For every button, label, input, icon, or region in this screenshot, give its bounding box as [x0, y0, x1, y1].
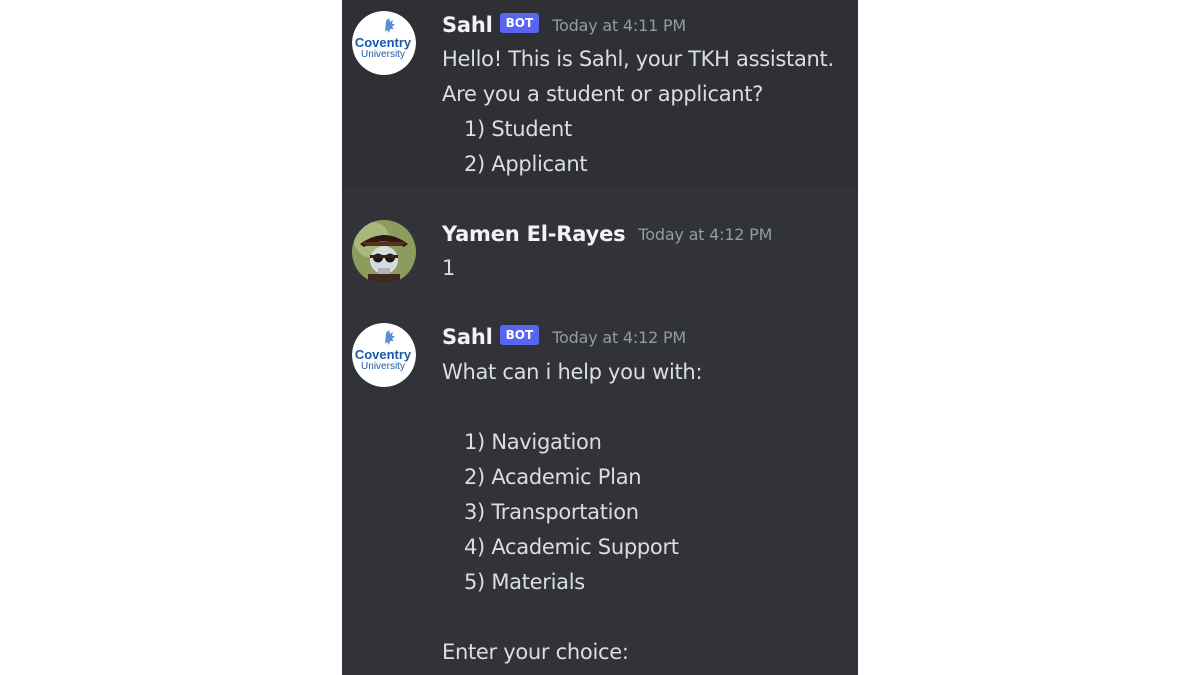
coventry-logo-icon: Coventry University	[352, 11, 416, 75]
bot-tag: BOT	[499, 13, 540, 33]
timestamp[interactable]: Today at 4:12 PM	[638, 225, 772, 244]
message-2: Yamen El-Rayes Today at 4:12 PM 1	[342, 186, 858, 304]
coventry-logo-icon: Coventry University	[352, 323, 416, 387]
message-line: 1) Student	[464, 117, 572, 141]
avatar-logo-line2: University	[361, 49, 405, 60]
message-header: Yamen El-Rayes Today at 4:12 PM	[442, 220, 772, 248]
message-header: Sahl BOT Today at 4:12 PM	[442, 323, 686, 351]
bot-tag: BOT	[499, 325, 540, 345]
timestamp[interactable]: Today at 4:12 PM	[552, 328, 686, 347]
avatar-logo-line1: Coventry	[355, 347, 412, 362]
message-line: 4) Academic Support	[464, 535, 679, 559]
chat-panel: Coventry University Sahl BOT Today at 4:…	[342, 0, 858, 675]
avatar[interactable]: Coventry University	[352, 11, 416, 75]
message-line: 2) Academic Plan	[464, 465, 642, 489]
username[interactable]: Sahl	[442, 325, 493, 349]
avatar-logo-line2: University	[361, 361, 405, 372]
message-line: Hello! This is Sahl, your TKH assistant.	[442, 47, 834, 71]
avatar-logo-line1: Coventry	[355, 35, 412, 50]
message-header: Sahl BOT Today at 4:11 PM	[442, 11, 686, 39]
message-1: Coventry University Sahl BOT Today at 4:…	[342, 0, 858, 186]
username[interactable]: Sahl	[442, 13, 493, 37]
message-line: 1) Navigation	[464, 430, 602, 454]
message-line: 5) Materials	[464, 570, 585, 594]
pirate-skull-icon	[352, 220, 416, 284]
timestamp[interactable]: Today at 4:11 PM	[552, 16, 686, 35]
avatar[interactable]: Coventry University	[352, 323, 416, 387]
message-line: Are you a student or applicant?	[442, 82, 764, 106]
username[interactable]: Yamen El-Rayes	[442, 222, 626, 246]
message-line: 2) Applicant	[464, 152, 588, 176]
avatar[interactable]	[352, 220, 416, 284]
message-line: 1	[442, 256, 456, 280]
message-line: What can i help you with:	[442, 360, 703, 384]
message-line: Enter your choice:	[442, 640, 629, 664]
message-line: 3) Transportation	[464, 500, 639, 524]
message-3: Coventry University Sahl BOT Today at 4:…	[342, 304, 858, 675]
